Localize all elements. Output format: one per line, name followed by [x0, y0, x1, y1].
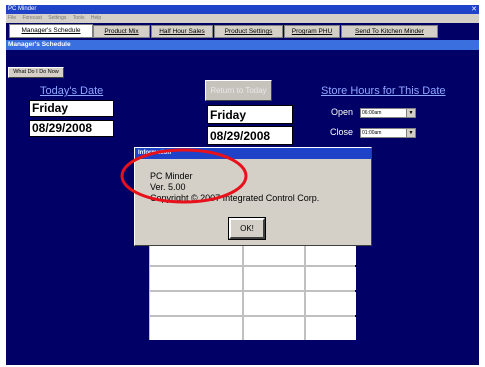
window-titlebar: PC Minder ✕ [6, 5, 479, 14]
grid-cell[interactable] [150, 292, 242, 315]
menu-help[interactable]: Help [91, 15, 101, 21]
tab-half-hour-sales[interactable]: Half Hour Sales [151, 25, 213, 38]
grid-cell[interactable] [244, 267, 304, 290]
grid-cell[interactable] [306, 267, 356, 290]
tab-program-phu[interactable]: Program PHU [284, 25, 340, 38]
store-hours-heading: Store Hours for This Date [321, 85, 446, 97]
selected-date-field: 08/29/2008 [207, 126, 293, 145]
return-to-today-button[interactable]: Return to Today [205, 80, 272, 101]
window-title: PC Minder [8, 6, 37, 12]
what-do-i-do-now-button[interactable]: What Do I Do Now [8, 67, 64, 78]
chevron-down-icon[interactable]: ▼ [406, 109, 415, 117]
ok-button[interactable]: OK! [228, 217, 266, 240]
tab-product-settings[interactable]: Product Settings [214, 25, 283, 38]
today-date-field: 08/29/2008 [29, 120, 114, 137]
selected-day-field: Friday [207, 105, 293, 124]
open-label: Open [331, 107, 354, 117]
menu-bar: File Forecast Settings Tools Help [6, 14, 479, 23]
open-time-select[interactable]: 06:00am ▼ [360, 108, 416, 118]
grid-cell[interactable] [244, 292, 304, 315]
chevron-down-icon[interactable]: ▼ [406, 129, 415, 137]
close-time-select[interactable]: 01:00am ▼ [360, 128, 416, 138]
grid-cell[interactable] [306, 292, 356, 315]
grid-cell[interactable] [244, 317, 304, 340]
tab-product-mix[interactable]: Product Mix [93, 25, 150, 38]
today-day-field: Friday [29, 100, 114, 117]
tab-send-to-kitchen-minder[interactable]: Send To Kitchen Minder [341, 25, 438, 38]
red-annotation-ellipse [120, 148, 248, 204]
close-label: Close [330, 127, 354, 137]
menu-file[interactable]: File [8, 15, 16, 21]
section-header: Manager's Schedule [6, 40, 479, 50]
grid-cell[interactable] [150, 267, 242, 290]
close-time-value: 01:00am [362, 130, 382, 136]
grid-cell[interactable] [306, 317, 356, 340]
schedule-grid [149, 241, 356, 340]
todays-date-heading: Today's Date [40, 85, 104, 97]
tab-bar: Manager's Schedule Product Mix Half Hour… [6, 23, 479, 39]
close-icon[interactable]: ✕ [471, 5, 477, 14]
tab-managers-schedule[interactable]: Manager's Schedule [9, 24, 93, 38]
grid-cell[interactable] [150, 317, 242, 340]
menu-forecast[interactable]: Forecast [22, 15, 41, 21]
menu-tools[interactable]: Tools [73, 15, 85, 21]
open-time-value: 06:00am [362, 110, 382, 116]
menu-settings[interactable]: Settings [48, 15, 66, 21]
